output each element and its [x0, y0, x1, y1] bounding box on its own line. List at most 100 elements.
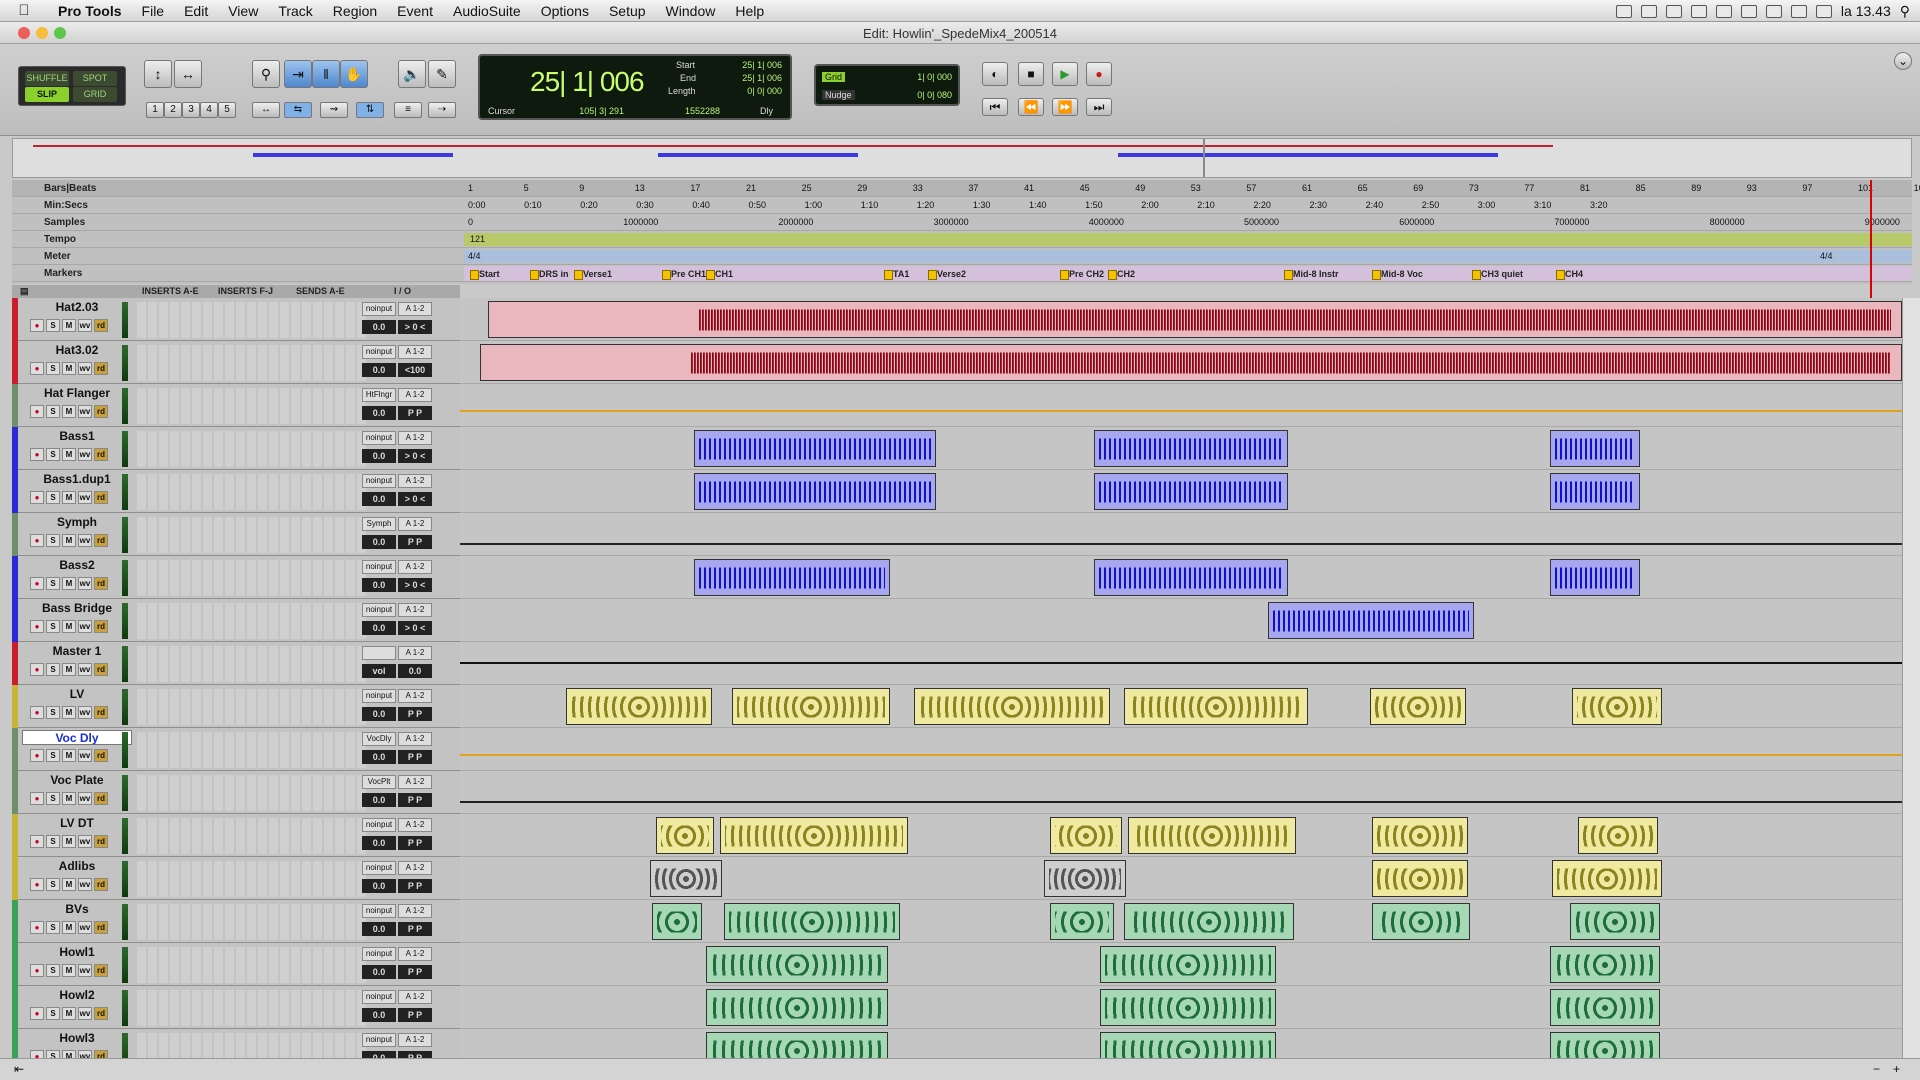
- output-selector[interactable]: A 1-2: [398, 474, 432, 488]
- automation-mode-button[interactable]: rd: [94, 792, 108, 805]
- spot-mode-button[interactable]: SPOT: [73, 71, 117, 86]
- audio-region[interactable]: [706, 946, 888, 983]
- record-enable-button[interactable]: ●: [30, 964, 44, 977]
- bar-tick[interactable]: 89: [1691, 180, 1701, 197]
- audio-region[interactable]: [1370, 688, 1466, 725]
- audio-region[interactable]: [1550, 946, 1660, 983]
- record-enable-button[interactable]: ●: [30, 749, 44, 762]
- bar-tick[interactable]: 57: [1246, 180, 1256, 197]
- volume-readout[interactable]: 0.0: [362, 1051, 396, 1058]
- bar-tick[interactable]: 45: [1080, 180, 1090, 197]
- bar-tick[interactable]: 9: [579, 180, 584, 197]
- input-selector[interactable]: noinput: [362, 560, 396, 574]
- menu-region[interactable]: Region: [323, 3, 387, 19]
- link-timeline-icon[interactable]: ↔: [252, 102, 280, 118]
- automation-mode-button[interactable]: rd: [94, 620, 108, 633]
- audio-region[interactable]: [488, 301, 1902, 338]
- record-enable-button[interactable]: ●: [30, 1050, 44, 1058]
- view-selector[interactable]: wv: [78, 620, 92, 633]
- view-selector[interactable]: wv: [78, 792, 92, 805]
- audio-region[interactable]: [1372, 817, 1468, 854]
- track-lane[interactable]: [460, 900, 1902, 943]
- input-selector[interactable]: noinput: [362, 474, 396, 488]
- track-header[interactable]: Hat2.03 ● S Mwv rd noinput A 1-2 0.0 > 0 <: [12, 298, 460, 341]
- track-lane[interactable]: [460, 943, 1902, 986]
- view-selector[interactable]: wv: [78, 1007, 92, 1020]
- track-name[interactable]: Howl1: [22, 945, 132, 960]
- marker-start[interactable]: Start: [470, 266, 500, 283]
- automation-mode-button[interactable]: rd: [94, 491, 108, 504]
- output-selector[interactable]: A 1-2: [398, 861, 432, 875]
- toolbar-menu-icon[interactable]: ⌄: [1894, 52, 1912, 70]
- solo-button[interactable]: S: [46, 620, 60, 633]
- audio-region[interactable]: [1050, 817, 1122, 854]
- audio-region[interactable]: [706, 1032, 888, 1058]
- bar-tick[interactable]: 93: [1747, 180, 1757, 197]
- zoom-in-icon[interactable]: +: [1893, 1062, 1900, 1076]
- track-lane[interactable]: [460, 857, 1902, 900]
- track-lane[interactable]: [460, 728, 1902, 771]
- vertical-scrollbar[interactable]: [1902, 298, 1920, 1058]
- pan-readout[interactable]: P P: [398, 922, 432, 936]
- automation-mode-button[interactable]: rd: [94, 1007, 108, 1020]
- pan-readout[interactable]: 0.0: [398, 664, 432, 678]
- track-name[interactable]: Master 1: [22, 644, 132, 659]
- output-selector[interactable]: A 1-2: [398, 947, 432, 961]
- input-selector[interactable]: VocDly: [362, 732, 396, 746]
- output-selector[interactable]: A 1-2: [398, 345, 432, 359]
- menu-event[interactable]: Event: [387, 3, 443, 19]
- audio-region[interactable]: [656, 817, 714, 854]
- bar-tick[interactable]: 105: [1914, 180, 1920, 197]
- automation-mode-button[interactable]: rd: [94, 362, 108, 375]
- audio-region[interactable]: [1124, 903, 1294, 940]
- volume-readout[interactable]: 0.0: [362, 320, 396, 334]
- solo-button[interactable]: S: [46, 835, 60, 848]
- mute-button[interactable]: M: [62, 362, 76, 375]
- record-enable-button[interactable]: ●: [30, 792, 44, 805]
- automation-mode-button[interactable]: rd: [94, 964, 108, 977]
- volume-readout[interactable]: 0.0: [362, 879, 396, 893]
- automation-follows-icon[interactable]: ⇢: [428, 102, 456, 118]
- record-button[interactable]: ●: [1086, 62, 1112, 86]
- solo-button[interactable]: S: [46, 1007, 60, 1020]
- menu-track[interactable]: Track: [268, 3, 322, 19]
- track-header[interactable]: Howl3 ● S Mwv rd noinput A 1-2 0.0 P P: [12, 1029, 460, 1058]
- stop-button[interactable]: ■: [1018, 62, 1044, 86]
- output-selector[interactable]: A 1-2: [398, 517, 432, 531]
- meter-end-value[interactable]: 4/4: [1820, 250, 1833, 263]
- audio-region[interactable]: [1094, 559, 1288, 596]
- volume-readout[interactable]: 0.0: [362, 363, 396, 377]
- audio-region[interactable]: [1572, 688, 1662, 725]
- edit-playlist-area[interactable]: [460, 298, 1902, 1058]
- calendar-icon[interactable]: [1815, 4, 1832, 18]
- track-header[interactable]: Bass1.dup1 ● S Mwv rd noinput A 1-2 0.0 > 0 <: [12, 470, 460, 513]
- insert-slots[interactable]: [137, 646, 367, 682]
- record-enable-button[interactable]: ●: [30, 491, 44, 504]
- end-value[interactable]: 25| 1| 006: [720, 73, 782, 83]
- bar-tick[interactable]: 33: [913, 180, 923, 197]
- volume-readout[interactable]: 0.0: [362, 922, 396, 936]
- go-to-end-button[interactable]: ⏭: [1086, 98, 1112, 116]
- eject-icon[interactable]: [1790, 4, 1807, 18]
- audio-region[interactable]: [1570, 903, 1660, 940]
- audio-region[interactable]: [1094, 430, 1288, 467]
- mute-button[interactable]: M: [62, 534, 76, 547]
- input-selector[interactable]: Symph: [362, 517, 396, 531]
- audio-region[interactable]: [566, 688, 712, 725]
- shuffle-mode-button[interactable]: SHUFFLE: [25, 71, 69, 86]
- solo-button[interactable]: S: [46, 663, 60, 676]
- marker-verse1[interactable]: Verse1: [574, 266, 612, 283]
- bar-tick[interactable]: 49: [1135, 180, 1145, 197]
- audio-region[interactable]: [1550, 559, 1640, 596]
- solo-button[interactable]: S: [46, 534, 60, 547]
- marker-ta1[interactable]: TA1: [884, 266, 909, 283]
- pan-readout[interactable]: > 0 <: [398, 621, 432, 635]
- pan-readout[interactable]: P P: [398, 793, 432, 807]
- battery-icon[interactable]: [1765, 4, 1782, 18]
- automation-mode-button[interactable]: rd: [94, 1050, 108, 1058]
- insert-slots[interactable]: [137, 302, 367, 338]
- delay-comp-label[interactable]: Dly: [760, 106, 773, 116]
- marker-drs-in[interactable]: DRS in: [530, 266, 569, 283]
- track-header[interactable]: Hat Flanger ● S Mwv rd HtFlngr A 1-2 0.0 P P: [12, 384, 460, 427]
- track-lane[interactable]: [460, 298, 1902, 341]
